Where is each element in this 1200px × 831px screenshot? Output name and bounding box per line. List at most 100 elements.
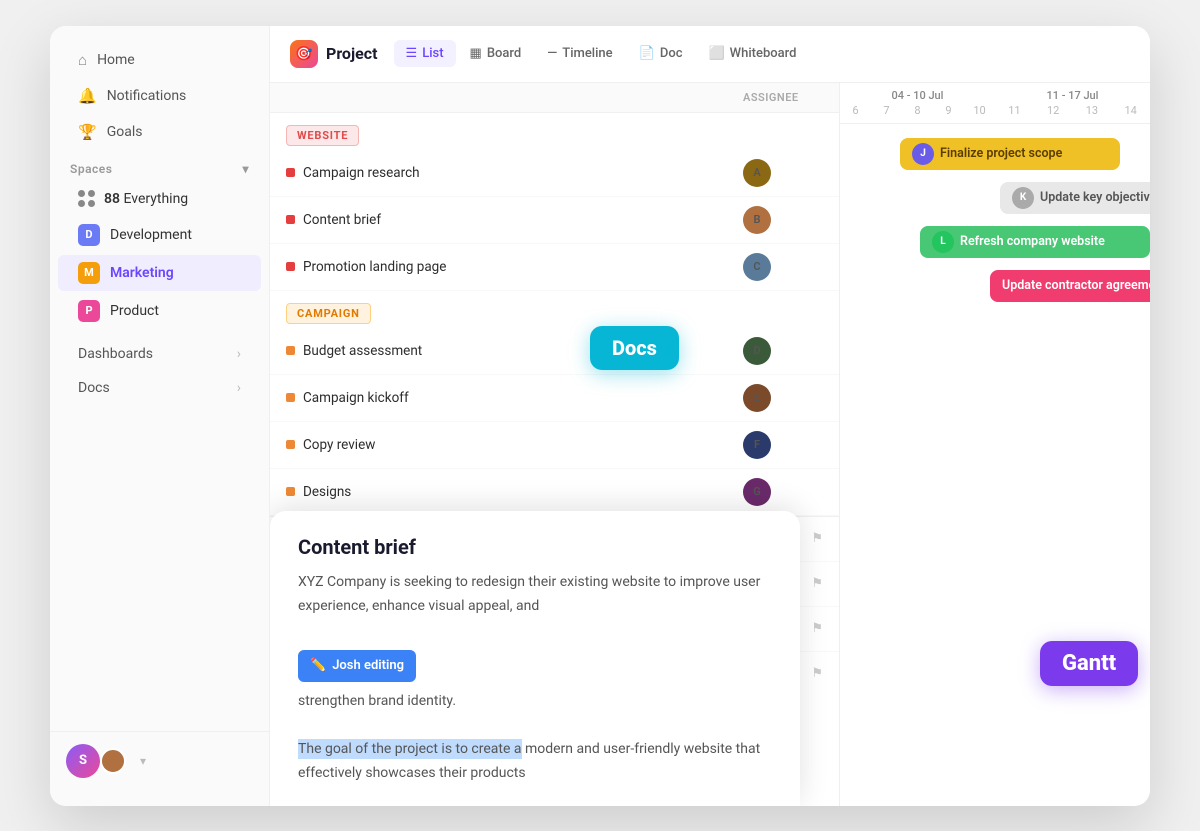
section-website: WEBSITE Campaign research A Content brie…	[270, 113, 839, 291]
trophy-icon: 🏆	[78, 123, 97, 141]
chevron-right-icon: ›	[237, 346, 241, 362]
project-header: 🎯 Project ☰ List ▦ Board — Timeline 📄 Do…	[270, 26, 1150, 83]
gantt-bar-row: Update contractor agreement	[840, 264, 1150, 308]
project-icon: 🎯	[290, 40, 318, 68]
list-icon: ☰	[406, 46, 418, 61]
dot-icon	[286, 393, 295, 402]
sidebar-space-label: Marketing	[110, 265, 174, 281]
table-row[interactable]: Campaign kickoff E	[270, 375, 839, 422]
marketing-avatar: M	[78, 262, 100, 284]
sidebar-item-notifications[interactable]: 🔔 Notifications	[58, 79, 261, 113]
section-campaign: CAMPAIGN Budget assessment D Campaign ki…	[270, 291, 839, 516]
tab-timeline[interactable]: — Timeline	[535, 40, 624, 67]
flag-icon: ⚑	[811, 531, 823, 546]
sidebar-item-product[interactable]: P Product	[58, 293, 261, 329]
nav-tabs: ☰ List ▦ Board — Timeline 📄 Doc ⬜ Whi	[394, 40, 809, 67]
sidebar-everything-label: 88 Everything	[104, 191, 188, 207]
docs-panel: Content brief XYZ Company is seeking to …	[270, 511, 800, 806]
docs-panel-text: XYZ Company is seeking to redesign their…	[298, 571, 772, 786]
section-label-campaign: CAMPAIGN	[286, 303, 371, 324]
table-row[interactable]: Promotion landing page C	[270, 244, 839, 291]
bell-icon: 🔔	[78, 87, 97, 105]
tab-doc[interactable]: 📄 Doc	[627, 40, 695, 67]
home-icon: ⌂	[78, 51, 87, 69]
section-label-website: WEBSITE	[286, 125, 359, 146]
gantt-header: 04 - 10 Jul 6 7 8 9 10 11 - 17 Jul 11	[840, 83, 1150, 124]
dot-icon	[286, 262, 295, 271]
project-title: Project	[326, 44, 378, 63]
spaces-section-header: Spaces ▾	[50, 150, 269, 182]
gantt-bar-objectives[interactable]: K Update key objectives	[1000, 182, 1150, 214]
gantt-label-bubble: Gantt	[1040, 641, 1138, 686]
table-row[interactable]: Budget assessment D	[270, 328, 839, 375]
gantt-bar-contractor[interactable]: Update contractor agreement	[990, 270, 1150, 302]
chevron-down-icon[interactable]: ▾	[242, 162, 249, 176]
pencil-icon: ✏️	[310, 655, 326, 677]
flag-icon: ⚑	[811, 621, 823, 636]
dot-icon	[286, 215, 295, 224]
doc-icon: 📄	[639, 46, 655, 61]
avatar: C	[743, 253, 771, 281]
gantt-bar-row: K Update key objectives	[840, 176, 1150, 220]
flag-icon: ⚑	[811, 576, 823, 591]
avatar: G	[743, 478, 771, 506]
avatar: J	[912, 143, 934, 165]
sidebar-item-development[interactable]: D Development	[58, 217, 261, 253]
gantt-week-1: 04 - 10 Jul 6 7 8 9 10	[840, 83, 995, 123]
gantt-bar-row: J Finalize project scope	[840, 132, 1150, 176]
whiteboard-icon: ⬜	[708, 46, 724, 61]
docs-label: Docs	[78, 380, 110, 396]
gantt-bar-row: L Refresh company website	[840, 220, 1150, 264]
gantt-bar-website[interactable]: L Refresh company website	[920, 226, 1150, 258]
sidebar: ⌂ Home 🔔 Notifications 🏆 Goals Spaces ▾ …	[50, 26, 270, 806]
sidebar-item-label: Goals	[107, 124, 143, 140]
dashboards-label: Dashboards	[78, 346, 153, 362]
avatar: E	[743, 384, 771, 412]
sidebar-item-everything[interactable]: 88 Everything	[58, 183, 261, 215]
avatar: A	[743, 159, 771, 187]
highlighted-text: The goal of the project is to create a	[298, 739, 522, 759]
avatar: S	[66, 744, 100, 778]
docs-bubble: Docs	[590, 326, 679, 370]
sidebar-space-label: Development	[110, 227, 192, 243]
table-row[interactable]: Designs G	[270, 469, 839, 516]
chevron-right-icon: ›	[237, 380, 241, 396]
sidebar-item-marketing[interactable]: M Marketing	[58, 255, 261, 291]
sidebar-item-docs[interactable]: Docs ›	[58, 372, 261, 404]
table-row[interactable]: Copy review F	[270, 422, 839, 469]
sidebar-item-dashboards[interactable]: Dashboards ›	[58, 338, 261, 370]
table-row[interactable]: Campaign research A	[270, 150, 839, 197]
chevron-down-icon[interactable]: ▾	[140, 754, 146, 768]
dot-icon	[286, 346, 295, 355]
table-row[interactable]: Content brief B	[270, 197, 839, 244]
gantt-body: J Finalize project scope K Update key ob…	[840, 124, 1150, 316]
timeline-icon: —	[547, 46, 557, 61]
development-avatar: D	[78, 224, 100, 246]
task-list-header: ASSIGNEE	[270, 83, 839, 113]
tab-whiteboard[interactable]: ⬜ Whiteboard	[696, 40, 808, 67]
dot-icon	[286, 440, 295, 449]
gantt-area: 04 - 10 Jul 6 7 8 9 10 11 - 17 Jul 11	[840, 83, 1150, 806]
editor-badge: ✏️ Josh editing	[298, 650, 416, 682]
tab-board[interactable]: ▦ Board	[458, 40, 534, 67]
sidebar-item-label: Home	[97, 52, 135, 68]
user-profile[interactable]: S ▾	[50, 731, 269, 790]
avatar: D	[743, 337, 771, 365]
main-content: 🎯 Project ☰ List ▦ Board — Timeline 📄 Do…	[270, 26, 1150, 806]
board-icon: ▦	[470, 46, 482, 61]
sidebar-item-label: Notifications	[107, 88, 187, 104]
avatar: L	[932, 231, 954, 253]
tab-list[interactable]: ☰ List	[394, 40, 456, 67]
dot-icon	[286, 168, 295, 177]
avatar: B	[743, 206, 771, 234]
avatar: F	[743, 431, 771, 459]
sidebar-item-home[interactable]: ⌂ Home	[58, 43, 261, 77]
sidebar-item-goals[interactable]: 🏆 Goals	[58, 115, 261, 149]
gantt-week-2: 11 - 17 Jul 11 12 13 14	[995, 83, 1150, 123]
dot-icon	[286, 487, 295, 496]
gantt-bar-finalize[interactable]: J Finalize project scope	[900, 138, 1120, 170]
flag-icon: ⚑	[811, 666, 823, 681]
avatar: K	[1012, 187, 1034, 209]
sidebar-space-label: Product	[110, 303, 159, 319]
docs-panel-title: Content brief	[298, 535, 772, 559]
